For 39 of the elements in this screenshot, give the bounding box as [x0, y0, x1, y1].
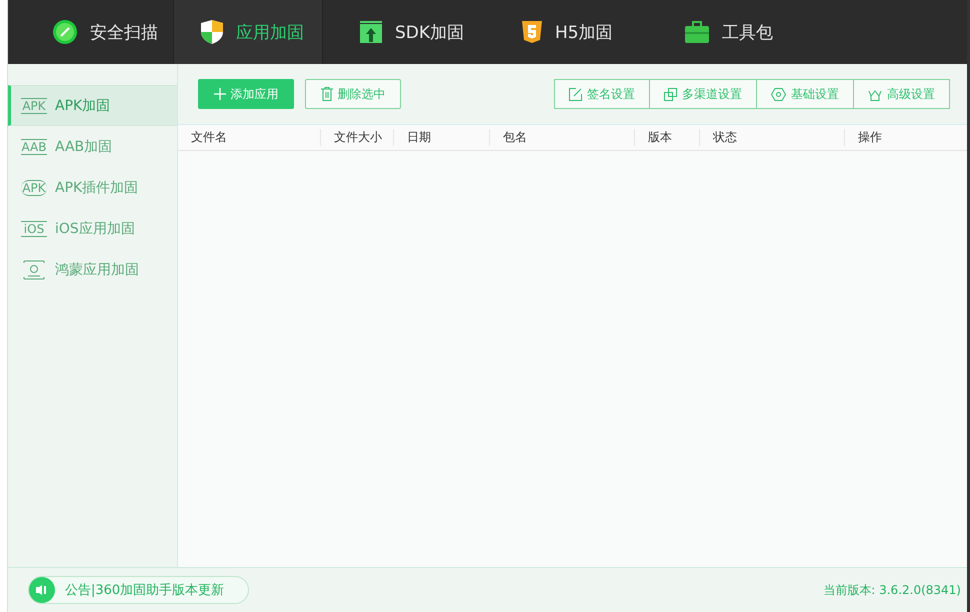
plus-icon: [214, 88, 226, 100]
html5-icon: [521, 20, 543, 44]
sidebar-item[interactable]: APK APK插件加固: [8, 167, 177, 208]
sidebar-item[interactable]: iOS iOS应用加固: [8, 208, 177, 249]
column-header: 文件名: [191, 129, 227, 146]
toolbox-icon: [684, 20, 710, 44]
nav-tab[interactable]: H5加固: [490, 0, 640, 64]
settings-button[interactable]: 多渠道设置: [649, 79, 757, 109]
column-header: 文件大小: [334, 129, 382, 146]
globe-icon: [52, 19, 78, 45]
version-text: 当前版本: 3.6.2.0(8341): [823, 582, 961, 598]
add-button[interactable]: 添加应用: [198, 79, 294, 109]
notice-pill[interactable]: 公告|360加固助手版本更新: [28, 576, 250, 604]
upload-box-icon: [359, 20, 383, 44]
column-header: 日期: [407, 129, 431, 146]
shield-icon: [200, 19, 224, 45]
nav-tab[interactable]: SDK加固: [323, 0, 490, 64]
notice-text: 公告|360加固助手版本更新: [65, 582, 224, 599]
column-header: 包名: [503, 129, 527, 146]
user-icon: [21, 260, 47, 280]
hexagon-icon: [771, 88, 786, 100]
sidebar-item[interactable]: APK APK加固: [8, 85, 177, 126]
column-header: 操作: [858, 129, 882, 146]
delete-button[interactable]: 删除选中: [305, 79, 401, 109]
column-header: 版本: [648, 129, 672, 146]
settings-button[interactable]: 高级设置: [853, 79, 950, 109]
nav-tab[interactable]: 安全扫描: [8, 0, 173, 64]
sidebar-item[interactable]: 鸿蒙应用加固: [8, 249, 177, 290]
settings-button[interactable]: 签名设置: [554, 79, 650, 109]
copy-icon: [664, 88, 677, 100]
speaker-icon: [29, 577, 55, 603]
settings-button[interactable]: 基础设置: [756, 79, 854, 109]
sidebar-item[interactable]: AAB AAB加固: [8, 126, 177, 167]
column-header: 状态: [713, 129, 737, 146]
edit-icon: [569, 88, 582, 100]
nav-tab[interactable]: 应用加固: [173, 0, 323, 64]
nav-tab[interactable]: 工具包: [640, 0, 805, 64]
trash-icon: [320, 87, 332, 101]
crown-icon: [868, 88, 882, 100]
